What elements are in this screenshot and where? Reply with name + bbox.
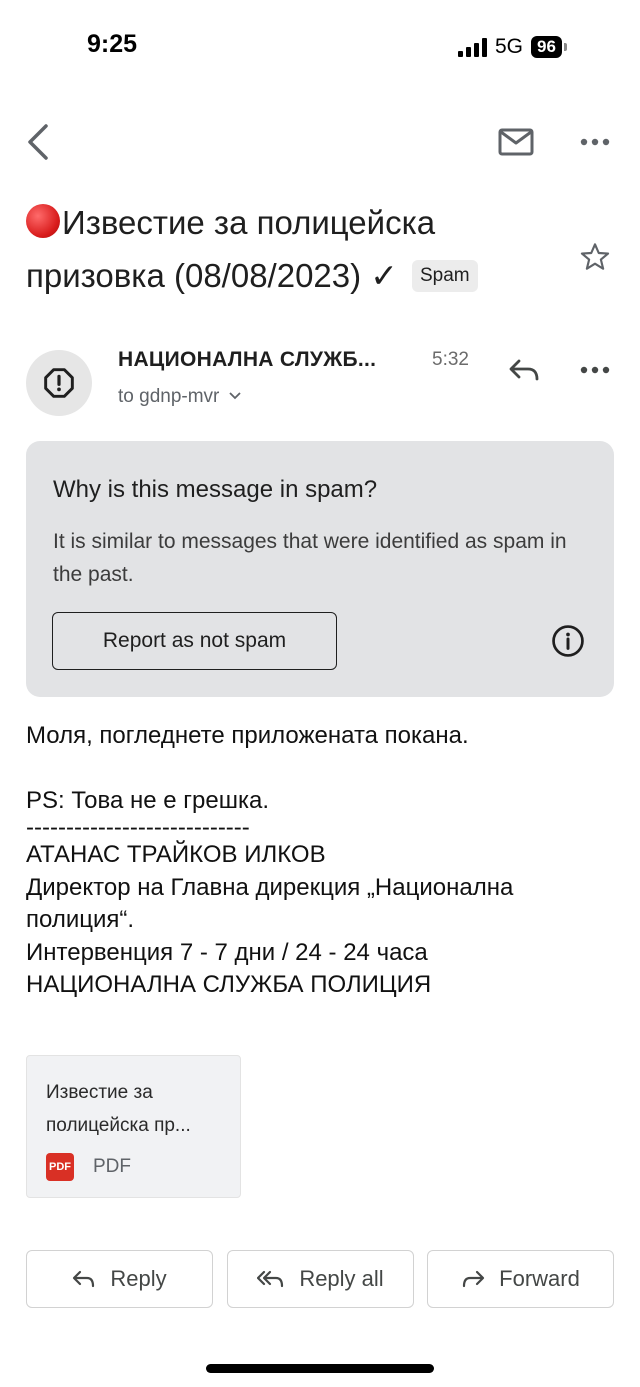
reply-all-label: Reply all	[299, 1266, 384, 1291]
message-more-button[interactable]	[574, 352, 616, 388]
more-horizontal-icon	[580, 366, 610, 374]
reply-all-button[interactable]: Reply all	[227, 1250, 414, 1308]
sender-time: 5:32	[432, 349, 469, 370]
mail-icon	[498, 128, 534, 156]
network-type: 5G	[495, 35, 524, 58]
email-body: Моля, погледнете приложената покана. PS:…	[26, 720, 606, 1002]
reply-icon-button[interactable]	[502, 350, 546, 390]
red-circle-emoji-icon	[26, 204, 60, 238]
spam-label-chip[interactable]: Spam	[411, 260, 478, 292]
signal-icon	[458, 37, 487, 57]
forward-icon	[463, 1270, 485, 1288]
more-horizontal-icon	[580, 138, 610, 146]
forward-button[interactable]: Forward	[427, 1250, 614, 1308]
pdf-icon: PDF	[46, 1153, 74, 1181]
spam-warning-card: Why is this message in spam? It is simil…	[26, 441, 614, 697]
forward-label: Forward	[499, 1266, 580, 1291]
reply-label: Reply	[110, 1266, 167, 1291]
email-subject: Известие за полицейска призовка (08/08/2…	[26, 196, 566, 302]
battery-nub	[563, 43, 567, 51]
signature-name: АТАНАС ТРАЙКОВ ИЛКОВ	[26, 841, 326, 868]
spam-card-description: It is similar to messages that were iden…	[53, 530, 567, 586]
reply-icon	[73, 1270, 95, 1288]
more-options-button[interactable]	[574, 122, 616, 162]
sender-name[interactable]: НАЦИОНАЛНА СЛУЖБ...	[118, 348, 376, 372]
mark-unread-button[interactable]	[494, 120, 538, 164]
star-button[interactable]	[572, 234, 618, 280]
body-line: PS: Това не е грешка.	[26, 786, 270, 814]
email-screen: 9:25 5G 96 Известие за полицейска призов…	[0, 0, 640, 1387]
attachment-name: Известие за полицейска пр...	[46, 1082, 191, 1136]
chevron-down-icon	[229, 392, 241, 400]
back-button[interactable]	[18, 120, 58, 164]
status-indicators: 5G 96	[458, 35, 567, 59]
signature-hours: Интервенция 7 - 7 дни / 24 - 24 часа	[26, 938, 428, 966]
star-icon	[580, 243, 610, 270]
warning-octagon-icon	[44, 368, 74, 398]
attachment-card[interactable]: Известие за полицейска пр... PDF PDF	[26, 1055, 241, 1198]
recipient-details-toggle[interactable]: to gdnp-mvr	[118, 386, 241, 408]
signature-title: Директор на Главна дирекция „Национална …	[26, 873, 514, 934]
chevron-left-icon	[28, 124, 48, 160]
spam-card-title: Why is this message in spam?	[53, 476, 378, 503]
attachment-type-label: PDF	[93, 1156, 131, 1177]
reply-all-icon	[257, 1270, 284, 1288]
reply-button[interactable]: Reply	[26, 1250, 213, 1308]
attachment-type: PDF PDF	[46, 1153, 131, 1181]
body-line: Моля, погледнете приложената покана.	[26, 722, 469, 749]
reply-icon	[509, 359, 539, 381]
body-divider: ----------------------------	[26, 814, 250, 841]
recipient-text: to gdnp-mvr	[118, 386, 220, 407]
subject-text: Известие за полицейска призовка (08/08/2…	[26, 204, 436, 294]
battery-icon: 96	[531, 36, 562, 58]
signature-org: НАЦИОНАЛНА СЛУЖБА ПОЛИЦИЯ	[26, 971, 432, 998]
home-indicator[interactable]	[206, 1364, 434, 1373]
info-icon	[552, 625, 584, 657]
report-not-spam-button[interactable]: Report as not spam	[52, 612, 337, 670]
status-time: 9:25	[87, 30, 138, 58]
sender-avatar[interactable]	[26, 350, 92, 416]
spam-info-button[interactable]	[548, 621, 588, 661]
